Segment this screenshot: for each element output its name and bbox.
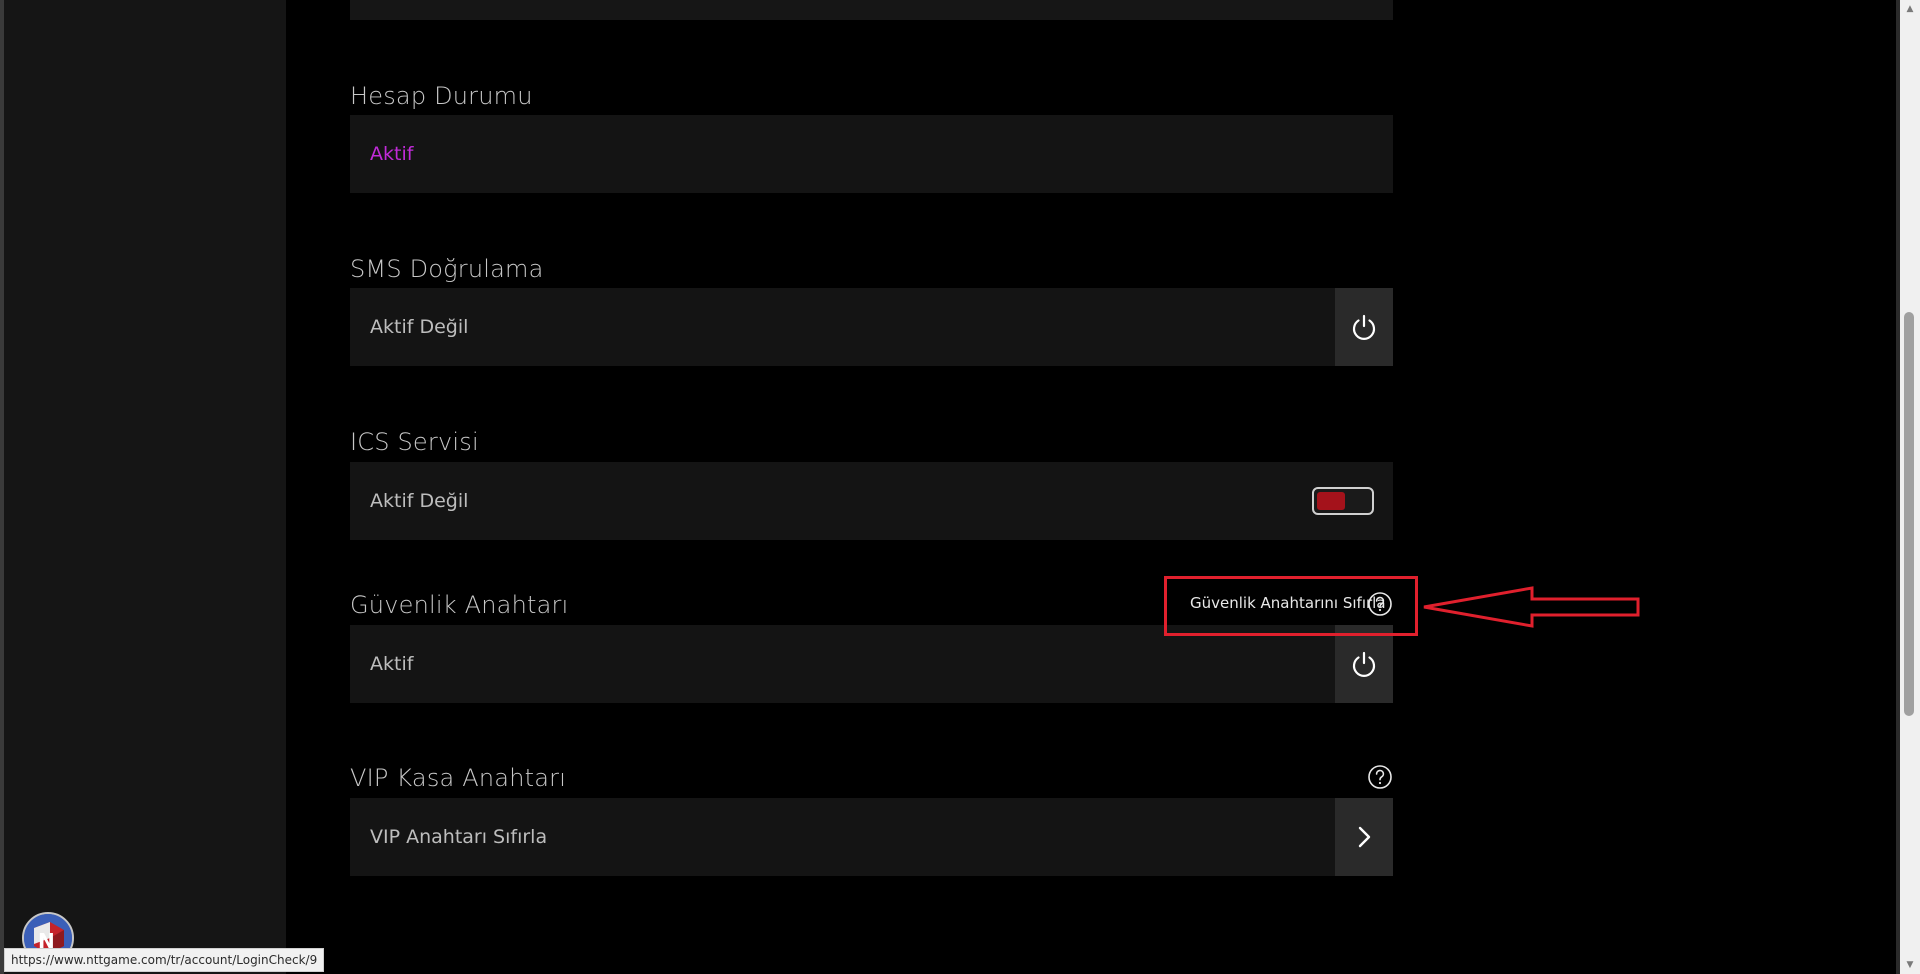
scroll-down-arrow-icon[interactable]: ▼: [1900, 956, 1920, 974]
account-status-field: Aktif: [350, 115, 1393, 193]
vertical-scrollbar[interactable]: ▲ ▼: [1900, 0, 1920, 974]
power-icon: [1352, 651, 1376, 677]
ics-service-toggle[interactable]: [1312, 487, 1374, 515]
vip-vault-key-label: VIP Kasa Anahtarı: [350, 764, 567, 792]
ics-service-toggle-knob: [1317, 492, 1345, 510]
reset-security-key-link[interactable]: Güvenlik Anahtarını Sıfırla: [1190, 594, 1386, 612]
vip-vault-key-reset-text: VIP Anahtarı Sıfırla: [370, 826, 548, 848]
vip-vault-key-field[interactable]: VIP Anahtarı Sıfırla: [350, 798, 1393, 876]
sms-verification-value: Aktif Değil: [370, 316, 469, 338]
help-icon[interactable]: [1367, 764, 1393, 790]
ics-service-value: Aktif Değil: [370, 490, 469, 512]
scroll-up-arrow-icon[interactable]: ▲: [1900, 0, 1920, 18]
browser-viewport: Hesap Durumu Aktif SMS Doğrulama Aktif D…: [0, 0, 1920, 974]
status-bar-url: https://www.nttgame.com/tr/account/Login…: [4, 948, 325, 972]
sidebar: [4, 0, 286, 974]
security-key-label: Güvenlik Anahtarı: [350, 591, 569, 619]
security-key-toggle-button[interactable]: [1335, 625, 1393, 703]
ics-service-field: Aktif Değil: [350, 462, 1393, 540]
account-status-label: Hesap Durumu: [350, 82, 533, 110]
power-icon: [1352, 314, 1376, 340]
security-key-value: Aktif: [370, 653, 414, 675]
sms-verification-toggle-button[interactable]: [1335, 288, 1393, 366]
previous-field-bottom: [350, 0, 1393, 20]
vip-vault-key-open-button[interactable]: [1335, 798, 1393, 876]
ics-service-label: ICS Servisi: [350, 428, 479, 456]
chevron-right-icon: [1358, 826, 1371, 848]
sms-verification-field: Aktif Değil: [350, 288, 1393, 366]
scrollbar-thumb[interactable]: [1904, 312, 1914, 716]
account-status-value: Aktif: [370, 143, 414, 165]
security-key-field: Aktif: [350, 625, 1393, 703]
help-icon[interactable]: [1367, 591, 1393, 617]
sms-verification-label: SMS Doğrulama: [350, 255, 544, 283]
